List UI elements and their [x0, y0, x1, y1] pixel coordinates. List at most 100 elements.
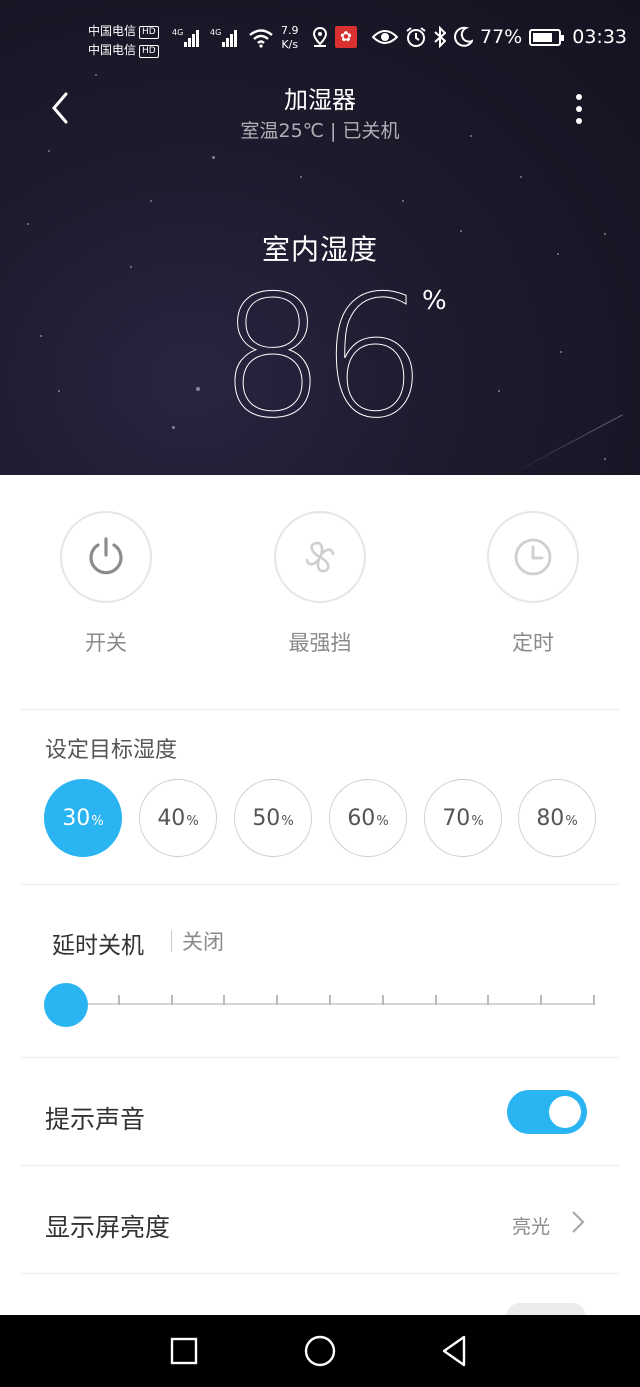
slider-tick [170, 995, 173, 1005]
option-value: 60 [347, 805, 376, 831]
max-mode-circle[interactable] [274, 511, 366, 603]
humidity-option-80[interactable]: 80% [518, 779, 596, 857]
option-unit: % [376, 813, 389, 829]
humidity-value: 86 [219, 259, 428, 455]
divider [20, 1057, 620, 1058]
hd-badge-1: HD [139, 26, 159, 39]
option-unit: % [186, 813, 199, 829]
humidity-option-60[interactable]: 60% [329, 779, 407, 857]
option-unit: % [91, 813, 104, 829]
divider [20, 1165, 620, 1166]
moon-icon [454, 26, 473, 47]
slider-tick [540, 995, 543, 1005]
divider [20, 884, 620, 885]
home-icon[interactable] [300, 1331, 340, 1371]
page-subtitle: 室温25℃ | 已关机 [240, 120, 400, 142]
timer-button[interactable]: 定时 [473, 511, 593, 657]
slider-tick [117, 995, 120, 1005]
hero-panel: 中国电信 HD 中国电信 HD 4G 4G 7.9 K/s ✿ 77% 03:3… [0, 0, 640, 475]
humidity-option-50[interactable]: 50% [234, 779, 312, 857]
recent-apps-icon[interactable] [164, 1331, 204, 1371]
max-mode-button[interactable]: 最强挡 [260, 511, 380, 657]
clock-icon [514, 538, 552, 576]
network-type-2: 4G [210, 28, 222, 37]
option-value: 40 [157, 805, 186, 831]
star [58, 390, 60, 392]
wifi-icon [249, 29, 273, 48]
star [150, 200, 152, 202]
fan-icon [305, 541, 335, 573]
network-type-1: 4G [172, 28, 184, 37]
slider-tick [223, 995, 226, 1005]
action-buttons: 开关 最强挡 定时 [0, 475, 640, 710]
clock: 03:33 [572, 26, 627, 48]
delay-off-separator [171, 930, 172, 952]
signal-icon [184, 28, 200, 47]
slider-tick [381, 995, 384, 1005]
delay-off-value: 关闭 [182, 930, 224, 954]
bluetooth-icon [434, 26, 446, 48]
slider-tick [593, 995, 595, 1005]
delay-off-slider-track[interactable] [66, 995, 595, 1005]
more-vertical-icon[interactable] [566, 92, 592, 126]
divider [20, 709, 620, 710]
star [604, 458, 606, 460]
humidity-unit: % [422, 286, 447, 316]
page-title: 加湿器 [284, 86, 356, 114]
star [560, 351, 562, 353]
humidity-option-70[interactable]: 70% [424, 779, 502, 857]
max-mode-label: 最强挡 [288, 631, 352, 655]
back-icon[interactable] [436, 1331, 476, 1371]
star [40, 335, 42, 337]
speed-value: 7.9 [281, 24, 299, 37]
slider-tick [276, 995, 279, 1005]
star [172, 426, 175, 429]
star [498, 390, 500, 392]
option-value: 70 [442, 805, 471, 831]
star [48, 150, 50, 152]
sound-toggle[interactable] [507, 1090, 587, 1134]
carrier-info: 中国电信 HD 中国电信 HD [88, 22, 159, 60]
star [520, 176, 522, 178]
option-unit: % [471, 813, 484, 829]
slider-tick [329, 995, 331, 1005]
brightness-label: 显示屏亮度 [45, 1213, 171, 1242]
carrier-2: 中国电信 [88, 43, 137, 57]
sound-label: 提示声音 [45, 1105, 146, 1134]
eye-icon [372, 30, 398, 44]
humidity-option-30[interactable]: 30% [44, 779, 122, 857]
option-value: 80 [536, 805, 565, 831]
delay-off-slider-handle[interactable] [44, 983, 88, 1027]
target-humidity-title: 设定目标湿度 [45, 738, 178, 763]
brightness-value[interactable]: 亮光 [512, 1212, 550, 1239]
toggle-knob [549, 1096, 581, 1128]
option-unit: % [565, 813, 578, 829]
slider-tick [487, 995, 490, 1005]
target-humidity-options: 30% 40% 50% 60% 70% 80% [44, 779, 596, 857]
star [300, 176, 302, 178]
chevron-right-icon[interactable] [568, 1208, 588, 1236]
power-circle[interactable] [60, 511, 152, 603]
power-label: 开关 [85, 631, 127, 655]
hd-badge-2: HD [139, 45, 159, 58]
humidity-option-40[interactable]: 40% [139, 779, 217, 857]
delay-off-title: 延时关机 [52, 933, 144, 959]
screen: 中国电信 HD 中国电信 HD 4G 4G 7.9 K/s ✿ 77% 03:3… [0, 0, 640, 1387]
option-unit: % [281, 813, 294, 829]
location-icon [312, 27, 328, 47]
option-value: 30 [62, 805, 91, 831]
shooting-star [507, 414, 623, 475]
battery-percent: 77% [480, 26, 523, 48]
divider [20, 1273, 620, 1274]
app-notification-icon: ✿ [335, 26, 357, 48]
status-bar: 中国电信 HD 中国电信 HD 4G 4G 7.9 K/s ✿ 77% 03:3… [0, 14, 640, 60]
timer-circle[interactable] [487, 511, 579, 603]
star [212, 156, 215, 159]
power-button[interactable]: 开关 [46, 511, 166, 657]
speed-unit: K/s [281, 38, 299, 51]
carrier-1: 中国电信 [88, 24, 137, 38]
status-icons: ✿ 77% 03:33 [312, 24, 627, 50]
star [27, 223, 29, 225]
power-icon [89, 537, 123, 575]
timer-label: 定时 [512, 631, 554, 655]
